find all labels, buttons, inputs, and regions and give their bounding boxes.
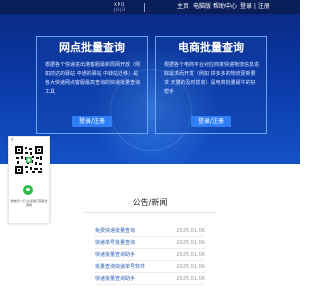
card-description: 根据各个快递进出港客服最新局网开放（例如前达的驿站 中通的驿站 中转站迁移）是各… (45, 62, 141, 95)
logo-divider (144, 3, 145, 12)
news-divider (85, 212, 215, 213)
wechat-qr-panel: × 微信扫一扫 关注我们获取优惠券 (8, 136, 50, 224)
news-item-date: 2025.01.06 (176, 276, 205, 282)
news-item-date: 2025.01.06 (176, 252, 205, 258)
wechat-icon (23, 185, 33, 195)
card-description: 根据各个电商平台对应商家快递物流信息追踪需求而开发（例如 拼多多的物流更新要求 … (164, 62, 260, 95)
nav-help-center[interactable]: 帮助中心 (213, 0, 237, 14)
news-item-date: 2025.01.06 (176, 240, 205, 246)
news-item[interactable]: 快递批量查询助手 2025.01.06 (95, 274, 205, 285)
branch-batch-query-card: 网点批量查询 根据各个快递进出港客服最新局网开放（例如前达的驿站 中通的驿站 中… (36, 36, 148, 134)
top-bar: XPQ JUJU 主页 电脑版 帮助中心 登录 | 注册 (0, 0, 300, 14)
news-item-date: 2025.01.06 (176, 228, 205, 234)
logo-sub-text: JUJU (114, 7, 127, 12)
news-item-title[interactable]: 批量查询快递单号软件 (95, 263, 145, 271)
card-title: 网点批量查询 (59, 41, 125, 54)
news-item-date: 2025.01.06 (176, 264, 205, 270)
nav-login-register[interactable]: 登录 | 注册 (240, 0, 270, 14)
login-register-button[interactable]: 登录/注册 (191, 116, 231, 127)
card-title: 电商批量查询 (178, 41, 244, 54)
news-item[interactable]: 免费快递批量查询 2025.01.06 (95, 226, 205, 237)
news-section-title: 公告/新闻 (132, 198, 168, 207)
news-item[interactable]: 快递批量查询助手 2025.01.06 (95, 250, 205, 261)
news-item-title[interactable]: 快递单号批量查询 (95, 239, 135, 247)
news-item[interactable]: 快递单号批量查询 2025.01.06 (95, 238, 205, 249)
close-icon[interactable]: × (10, 138, 14, 143)
qr-code-icon (15, 146, 43, 174)
site-logo[interactable]: XPQ JUJU (114, 2, 154, 13)
ecommerce-batch-query-card: 电商批量查询 根据各个电商平台对应商家快递物流信息追踪需求而开发（例如 拼多多的… (155, 36, 267, 134)
news-item[interactable]: 批量查询快递单号软件 2025.01.06 (95, 262, 205, 273)
login-register-button[interactable]: 登录/注册 (72, 116, 112, 127)
news-item-title[interactable]: 快递批量查询助手 (95, 275, 135, 283)
nav-home[interactable]: 主页 (177, 0, 189, 14)
news-item-title[interactable]: 免费快递批量查询 (95, 227, 135, 235)
nav-desktop-version[interactable]: 电脑版 (193, 0, 211, 14)
news-item-title[interactable]: 快递批量查询助手 (95, 251, 135, 259)
